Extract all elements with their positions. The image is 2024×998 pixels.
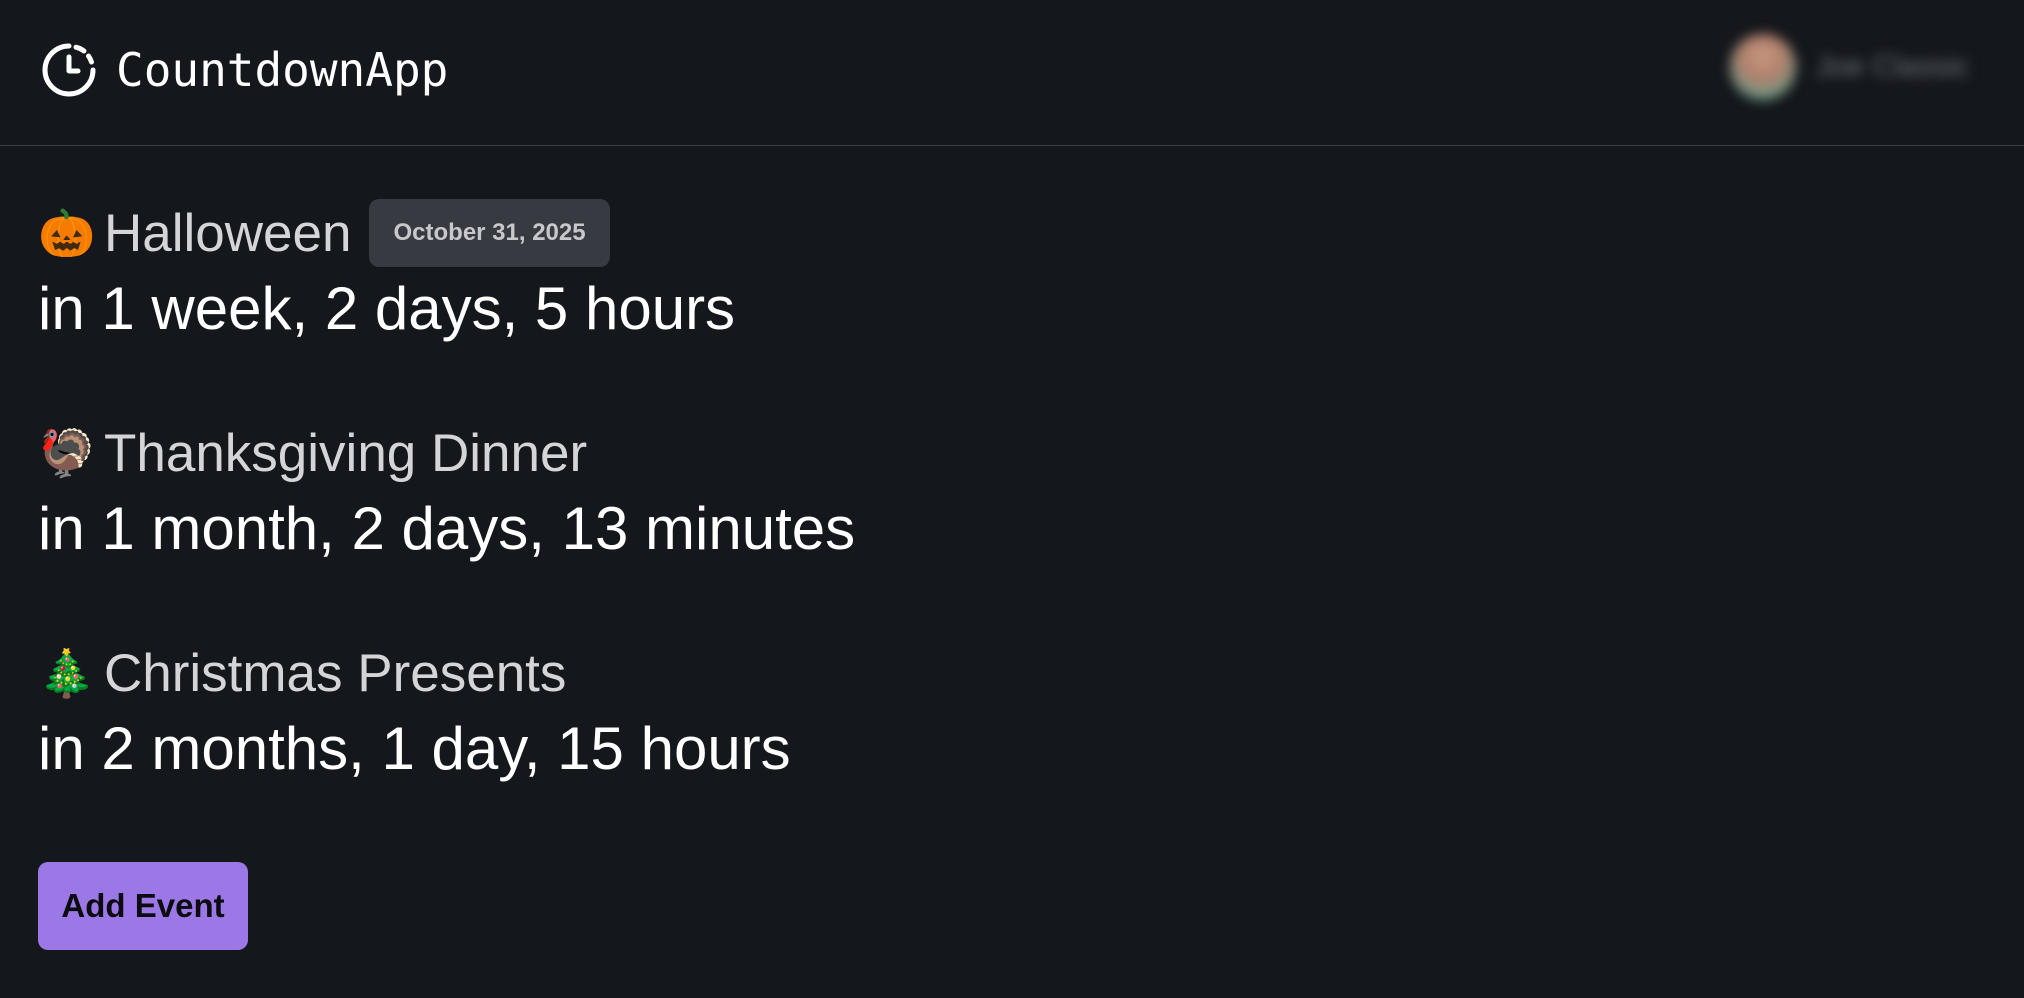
event-item[interactable]: 🦃 Thanksgiving Dinner in 1 month, 2 days…	[38, 416, 855, 636]
event-item[interactable]: 🎄 Christmas Presents in 2 months, 1 day,…	[38, 636, 855, 856]
event-title-row: 🦃 Thanksgiving Dinner	[38, 416, 855, 490]
brand[interactable]: CountdownApp	[40, 38, 448, 102]
app-name: CountdownApp	[116, 43, 449, 97]
event-title-row: 🎃 Halloween October 31, 2025	[38, 196, 855, 270]
event-title-row: 🎄 Christmas Presents	[38, 636, 855, 710]
event-countdown: in 1 week, 2 days, 5 hours	[38, 275, 736, 342]
date-badge: October 31, 2025	[369, 199, 610, 267]
user-name: Joe Classic	[1815, 50, 1969, 83]
event-title: Thanksgiving Dinner	[104, 423, 588, 483]
add-event-button[interactable]: Add Event	[38, 862, 248, 950]
event-title: Christmas Presents	[104, 643, 567, 703]
avatar[interactable]	[1729, 34, 1796, 100]
clock-countdown-icon	[40, 41, 98, 99]
turkey-icon: 🦃	[38, 426, 96, 480]
user-menu[interactable]: Joe Classic	[1729, 34, 1969, 100]
event-title: Halloween	[104, 203, 352, 263]
event-countdown: in 1 month, 2 days, 13 minutes	[38, 495, 856, 562]
event-countdown: in 2 months, 1 day, 15 hours	[38, 715, 791, 782]
pumpkin-icon: 🎃	[38, 206, 96, 260]
app-header: CountdownApp Joe Classic	[0, 0, 2024, 146]
event-list: 🎃 Halloween October 31, 2025 in 1 week, …	[38, 196, 855, 856]
christmas-tree-icon: 🎄	[38, 646, 96, 700]
event-item[interactable]: 🎃 Halloween October 31, 2025 in 1 week, …	[38, 196, 855, 416]
